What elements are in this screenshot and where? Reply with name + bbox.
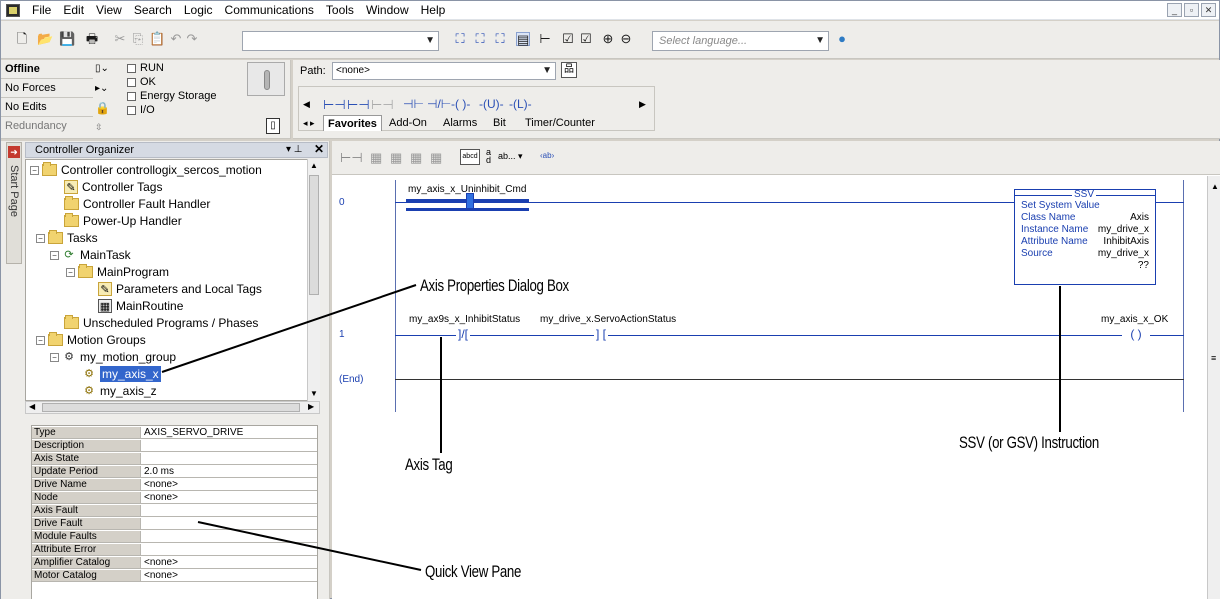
- callout-quick-view: Quick View Pane: [425, 562, 522, 581]
- callout-ssv-instruction: SSV (or GSV) Instruction: [959, 433, 1099, 452]
- callout-axis-properties: Axis Properties Dialog Box: [420, 276, 569, 295]
- callout-axis-tag: Axis Tag: [405, 455, 453, 474]
- callout-lines: [161, 284, 1061, 571]
- studio-window: File Edit View Search Logic Communicatio…: [0, 0, 1220, 599]
